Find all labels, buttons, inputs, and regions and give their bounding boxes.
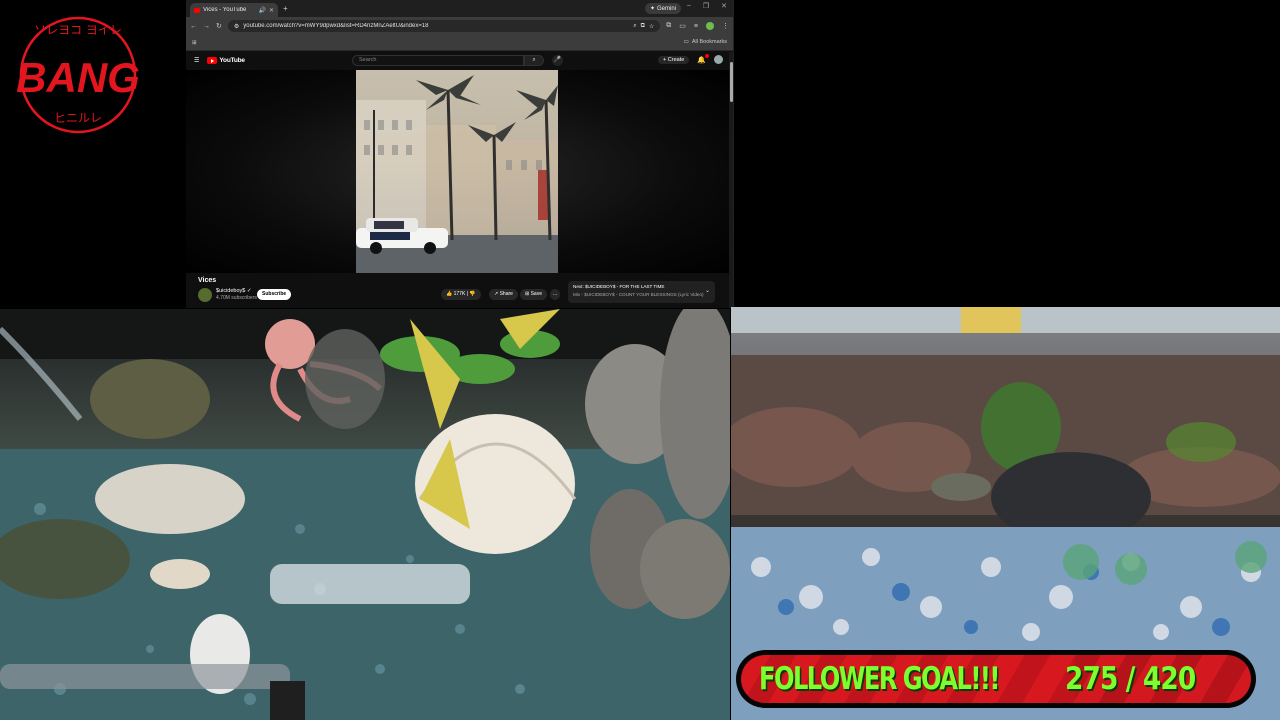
like-icon: 👍 bbox=[446, 291, 453, 297]
site-info-icon[interactable]: ⚙ bbox=[234, 23, 239, 30]
save-label: Save bbox=[530, 291, 542, 297]
scrollbar-thumb[interactable] bbox=[729, 62, 733, 102]
youtube-play-icon bbox=[207, 57, 218, 64]
follower-goal-label: FOLLOWER GOAL!!! bbox=[759, 661, 1000, 697]
search-icon: ⌕ bbox=[532, 57, 536, 63]
like-count: 177K bbox=[453, 291, 466, 297]
channel-name[interactable]: $uicideboy$ ✓ bbox=[216, 288, 252, 294]
toolbar-icons: ⧉ ▭ ≡ ⋮ bbox=[666, 22, 729, 30]
notification-badge bbox=[705, 53, 709, 58]
voice-search-icon[interactable]: 🎤 bbox=[552, 55, 563, 66]
subscriber-count: 4.70M subscribers bbox=[216, 295, 257, 301]
like-button[interactable]: 👍 177K | 👎 bbox=[441, 289, 481, 300]
forward-icon[interactable]: → bbox=[203, 23, 210, 30]
zoom-icon[interactable]: ⌕ bbox=[633, 23, 636, 30]
folder-icon: ▭ bbox=[683, 39, 689, 45]
follower-goal-bar: FOLLOWER GOAL!!! 275 / 420 bbox=[736, 650, 1256, 708]
menu-icon[interactable]: ⋮ bbox=[722, 22, 729, 30]
verified-icon: ✓ bbox=[246, 288, 252, 294]
browser-window: Vices - YouTube 🔊 ✕ + ✦ Gemini – ❐ ✕ ← →… bbox=[186, 0, 734, 308]
url-text: youtube.com/watch?v=mWY9dpwxd&list=RD4nz… bbox=[243, 23, 429, 29]
youtube-logo-text: YouTube bbox=[219, 57, 245, 64]
save-icon: ⊞ bbox=[525, 291, 530, 297]
navigation-bar: ← → ↻ ⚙ youtube.com/watch?v=mWY9dpwxd&li… bbox=[186, 17, 733, 35]
page-scrollbar[interactable] bbox=[729, 52, 733, 308]
create-label: Create bbox=[667, 56, 685, 63]
gemini-icon: ✦ bbox=[649, 6, 655, 12]
youtube-header: ☰ YouTube Search ⌕ 🎤 + Create 🔔 bbox=[186, 51, 733, 70]
close-window-icon[interactable]: ✕ bbox=[721, 2, 727, 10]
new-tab-icon[interactable]: + bbox=[283, 4, 288, 13]
create-button[interactable]: + Create bbox=[658, 55, 690, 64]
back-icon[interactable]: ← bbox=[190, 23, 197, 30]
logo-arc-bottom: ヒニルレ bbox=[54, 111, 102, 125]
tab-bar: Vices - YouTube 🔊 ✕ + ✦ Gemini – ❐ ✕ bbox=[186, 0, 733, 17]
save-button[interactable]: ⊞ Save bbox=[520, 289, 547, 300]
window-controls: – ❐ ✕ bbox=[687, 2, 727, 10]
bookmark-star-icon[interactable]: ☆ bbox=[649, 23, 654, 30]
browser-tab[interactable]: Vices - YouTube 🔊 ✕ bbox=[190, 3, 278, 17]
youtube-favicon-icon bbox=[194, 7, 200, 13]
share-button[interactable]: ↗ Share bbox=[489, 289, 518, 300]
bang-logo: ソレヨコ ヨイレ BANG ヒニルレ bbox=[12, 14, 144, 136]
more-actions-button[interactable]: ... bbox=[550, 289, 561, 300]
follower-goal-count: 275 / 420 bbox=[1064, 661, 1196, 697]
tab-title: Vices - YouTube bbox=[203, 7, 247, 13]
video-frame bbox=[356, 70, 558, 273]
minimize-icon[interactable]: – bbox=[687, 2, 691, 10]
bookmarks-bar: ⊞ ▭ All Bookmarks bbox=[186, 35, 733, 51]
video-title: Vices bbox=[198, 277, 217, 284]
reload-icon[interactable]: ↻ bbox=[216, 22, 222, 30]
youtube-logo[interactable]: YouTube bbox=[207, 57, 245, 64]
next-mix-title: Mix - $UICIDEBOY$ - COUNT YOUR BLESSINGS… bbox=[573, 292, 704, 297]
aquarium-camera-left bbox=[0, 309, 730, 720]
search-input[interactable]: Search bbox=[352, 55, 524, 66]
share-icon: ↗ bbox=[494, 291, 499, 297]
channel-name-text: $uicideboy$ bbox=[216, 288, 246, 294]
install-icon[interactable]: ⧉ bbox=[641, 23, 645, 30]
audio-icon[interactable]: 🔊 bbox=[258, 7, 265, 14]
follower-goal-track: FOLLOWER GOAL!!! 275 / 420 bbox=[741, 655, 1251, 703]
account-avatar[interactable] bbox=[714, 55, 723, 64]
notifications-icon[interactable]: 🔔 bbox=[697, 53, 709, 64]
profile-avatar[interactable] bbox=[706, 22, 714, 30]
search-button[interactable]: ⌕ bbox=[524, 55, 544, 66]
subscribe-button[interactable]: Subscribe bbox=[257, 289, 292, 300]
next-video-card[interactable]: Next: $UICIDEBOY$ - FOR THE LAST TIME Mi… bbox=[568, 281, 715, 303]
video-info: Vices $uicideboy$ ✓ 4.70M subscribers Su… bbox=[186, 273, 733, 308]
gemini-label: Gemini bbox=[656, 5, 676, 12]
dislike-icon[interactable]: 👎 bbox=[469, 291, 475, 297]
split-view-icon[interactable]: ▭ bbox=[679, 22, 686, 30]
all-bookmarks-label: All Bookmarks bbox=[691, 39, 727, 45]
hamburger-menu-icon[interactable]: ☰ bbox=[194, 57, 199, 64]
channel-avatar[interactable] bbox=[198, 288, 212, 302]
logo-text: BANG bbox=[16, 54, 140, 101]
youtube-header-actions: + Create 🔔 bbox=[658, 53, 723, 64]
close-tab-icon[interactable]: ✕ bbox=[269, 7, 274, 14]
media-icon[interactable]: ≡ bbox=[694, 23, 698, 30]
apps-icon[interactable]: ⊞ bbox=[192, 40, 197, 46]
address-bar[interactable]: ⚙ youtube.com/watch?v=mWY9dpwxd&list=RD4… bbox=[227, 20, 661, 32]
gemini-button[interactable]: ✦ Gemini bbox=[644, 3, 681, 14]
extensions-icon[interactable]: ⧉ bbox=[666, 22, 671, 30]
video-player[interactable] bbox=[186, 70, 733, 273]
share-label: Share bbox=[499, 291, 513, 297]
maximize-icon[interactable]: ❐ bbox=[703, 2, 709, 10]
next-video-title: Next: $UICIDEBOY$ - FOR THE LAST TIME bbox=[573, 284, 665, 289]
all-bookmarks-button[interactable]: ▭ All Bookmarks bbox=[684, 39, 727, 45]
logo-arc-top: ソレヨコ ヨイレ bbox=[34, 23, 122, 37]
chevron-down-icon[interactable]: ⌄ bbox=[705, 287, 710, 294]
